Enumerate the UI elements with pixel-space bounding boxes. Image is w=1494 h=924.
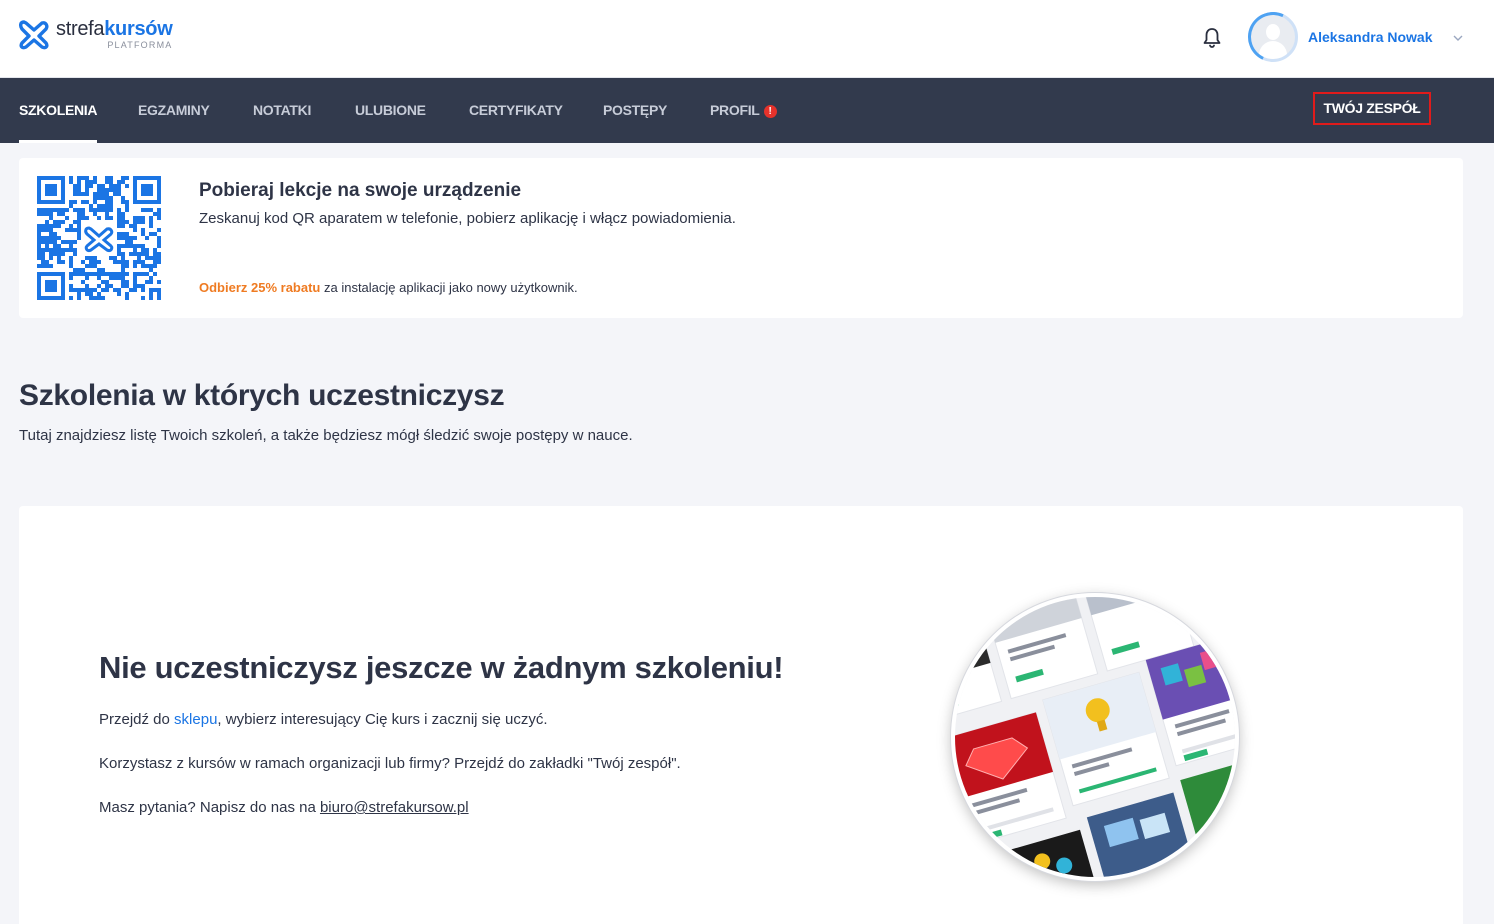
nav-tab-postepy[interactable]: POSTĘPY <box>603 78 667 143</box>
nav-tab-notatki[interactable]: NOTATKI <box>253 78 311 143</box>
nav-tab-label: NOTATKI <box>253 102 312 118</box>
logo[interactable]: strefakursów PLATFORMA <box>18 17 173 50</box>
page-subtitle: Tutaj znajdziesz listę Twoich szkoleń, a… <box>19 427 633 444</box>
shop-link[interactable]: sklepu <box>174 711 217 728</box>
empty-state-shop-text: Przejdź do sklepu, wybierz interesujący … <box>99 711 548 728</box>
nav-tab-ulubione[interactable]: ULUBIONE <box>355 78 426 143</box>
chevron-down-icon[interactable] <box>1452 32 1464 44</box>
courses-illustration <box>951 593 1239 881</box>
app-download-card: Pobieraj lekcje na swoje urządzenie Zesk… <box>19 158 1463 318</box>
main-nav: SZKOLENIA EGZAMINY NOTATKI ULUBIONE CERT… <box>0 78 1494 143</box>
text-fragment: Masz pytania? Napisz do nas na <box>99 799 320 816</box>
logo-subtitle: PLATFORMA <box>107 39 173 50</box>
nav-tab-label: POSTĘPY <box>603 102 668 118</box>
app-card-title: Pobieraj lekcje na swoje urządzenie <box>199 180 522 201</box>
team-button[interactable]: TWÓJ ZESPÓŁ <box>1313 92 1431 125</box>
nav-tab-egzaminy[interactable]: EGZAMINY <box>138 78 210 143</box>
nav-tab-label: EGZAMINY <box>138 102 210 118</box>
text-fragment: , wybierz interesujący Cię kurs i zaczni… <box>217 711 548 728</box>
top-header: strefakursów PLATFORMA Aleksandra Nowak <box>0 0 1494 78</box>
app-card-promo: Odbierz 25% rabatu za instalację aplikac… <box>199 280 578 295</box>
page-title: Szkolenia w których uczestniczysz <box>19 379 505 412</box>
qr-code[interactable] <box>37 176 161 300</box>
email-link[interactable]: biuro@strefakursow.pl <box>320 799 469 816</box>
empty-state-title: Nie uczestniczysz jeszcze w żadnym szkol… <box>99 650 784 685</box>
text-fragment: Przejdź do <box>99 711 175 728</box>
user-name[interactable]: Aleksandra Nowak <box>1308 29 1433 45</box>
promo-text: za instalację aplikacji jako nowy użytko… <box>320 280 578 295</box>
app-card-description: Zeskanuj kod QR aparatem w telefonie, po… <box>199 210 736 227</box>
bell-icon[interactable] <box>1200 26 1224 50</box>
empty-state-team-text: Korzystasz z kursów w ramach organizacji… <box>99 755 681 772</box>
avatar-progress-ring <box>1240 4 1306 70</box>
nav-tab-profil[interactable]: PROFIL! <box>710 78 777 143</box>
nav-tab-certyfikaty[interactable]: CERTYFIKATY <box>469 78 563 143</box>
alert-icon: ! <box>763 105 777 118</box>
empty-state-card: Nie uczestniczysz jeszcze w żadnym szkol… <box>19 506 1463 924</box>
nav-tab-label: ULUBIONE <box>355 102 426 118</box>
logo-text-light: strefa <box>56 17 105 40</box>
nav-tab-szkolenia[interactable]: SZKOLENIA <box>19 78 98 143</box>
logo-text-bold: kursów <box>104 17 173 40</box>
empty-state-contact-text: Masz pytania? Napisz do nas na biuro@str… <box>99 799 469 816</box>
nav-tab-label: SZKOLENIA <box>19 102 98 118</box>
nav-tab-label: CERTYFIKATY <box>469 102 563 118</box>
logo-mark-icon <box>19 20 49 50</box>
nav-tab-label: PROFIL <box>710 102 760 118</box>
promo-highlight: Odbierz 25% rabatu <box>199 280 321 295</box>
illustration-graphic <box>955 597 1235 877</box>
